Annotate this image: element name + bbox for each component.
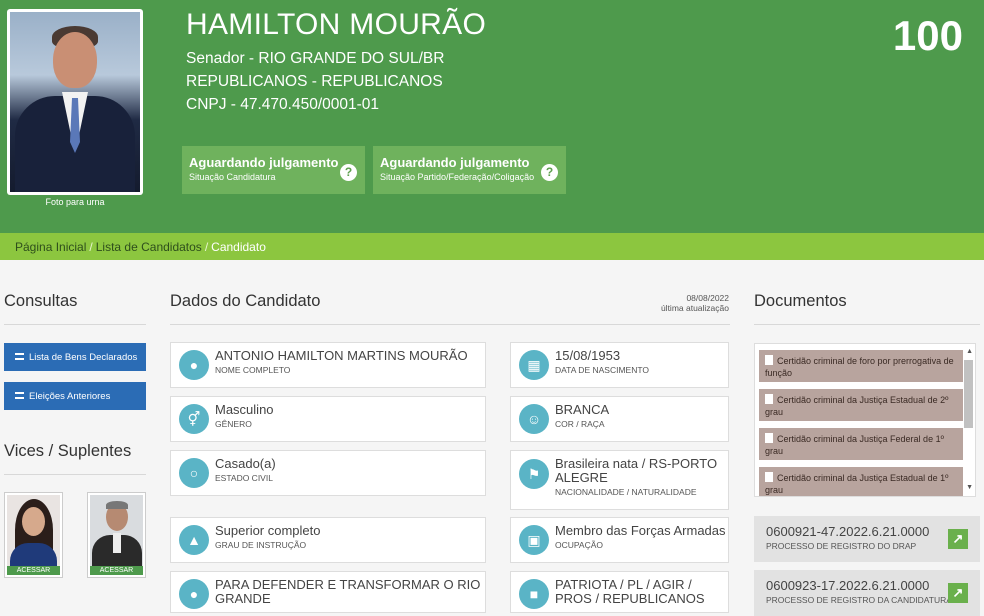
document-icon	[765, 394, 773, 404]
candidate-cnpj: CNPJ - 47.470.450/0001-01	[186, 96, 380, 113]
photo-caption: Foto para urna	[45, 197, 105, 207]
field-coligacao-partidos: ■ PATRIOTA / PL / AGIR / PROS / REPUBLIC…	[510, 571, 729, 613]
person-icon: ☺	[519, 404, 549, 434]
status-title: Aguardando julgamento	[189, 155, 339, 170]
scroll-down-icon[interactable]: ▼	[966, 484, 973, 491]
field-data-nascimento: ▦ 15/08/1953 DATA DE NASCIMENTO	[510, 342, 729, 388]
field-coligacao-nome: ● PARA DEFENDER E TRANSFORMAR O RIO GRAN…	[170, 571, 486, 613]
bank-icon: ▣	[519, 525, 549, 555]
help-icon[interactable]: ?	[541, 164, 558, 181]
candidate-header: Foto para urna HAMILTON MOURÃO Senador -…	[0, 0, 984, 233]
list-icon	[15, 353, 24, 360]
candidate-number: 100	[892, 12, 963, 59]
bens-declarados-button[interactable]: Lista de Bens Declarados	[4, 343, 146, 371]
list-icon	[15, 392, 24, 399]
divider	[4, 474, 146, 475]
document-icon	[765, 433, 773, 443]
gender-icon: ⚥	[179, 404, 209, 434]
process-candidatura: 0600923-17.2022.6.21.0000 PROCESSO DE RE…	[754, 570, 980, 616]
folder-icon: ■	[519, 579, 549, 609]
status-candidatura: Aguardando julgamento Situação Candidatu…	[182, 146, 365, 194]
field-cor-raca: ☺ BRANCA COR / RAÇA	[510, 396, 729, 442]
scroll-up-icon[interactable]: ▲	[966, 348, 973, 355]
candidate-office: Senador - RIO GRANDE DO SUL/BR	[186, 50, 445, 67]
document-item[interactable]: Certidão criminal da Justiça Federal de …	[759, 428, 963, 460]
external-link-icon[interactable]: ↗	[948, 529, 968, 549]
candidate-name: HAMILTON MOURÃO	[186, 8, 487, 41]
vice-photo	[90, 495, 143, 566]
breadcrumb-current: Candidato	[211, 240, 266, 254]
document-icon	[765, 355, 773, 365]
documents-list: Certidão criminal de foro por prerrogati…	[754, 343, 976, 497]
field-nome-completo: ● ANTONIO HAMILTON MARTINS MOURÃO NOME CO…	[170, 342, 486, 388]
vice-card[interactable]: ACESSAR	[87, 492, 146, 578]
divider	[4, 324, 146, 325]
breadcrumb-home[interactable]: Página Inicial	[15, 240, 86, 254]
field-ocupacao: ▣ Membro das Forças Armadas OCUPAÇÃO	[510, 517, 729, 563]
vice-card[interactable]: ACESSAR	[4, 492, 63, 578]
vices-title: Vices / Suplentes	[4, 442, 132, 460]
status-partido: Aguardando julgamento Situação Partido/F…	[373, 146, 566, 194]
field-genero: ⚥ Masculino GÊNERO	[170, 396, 486, 442]
consultas-title: Consultas	[4, 292, 78, 310]
calendar-icon: ▦	[519, 350, 549, 380]
breadcrumb-separator: /	[204, 240, 209, 254]
divider	[754, 324, 980, 325]
help-icon[interactable]: ?	[340, 164, 357, 181]
status-subtitle: Situação Candidatura	[189, 172, 276, 182]
field-estado-civil: ○ Casado(a) ESTADO CIVIL	[170, 450, 486, 496]
documentos-title: Documentos	[754, 292, 847, 310]
divider	[170, 324, 730, 325]
vice-photo	[7, 495, 60, 566]
last-update: 08/08/2022 última atualização	[660, 293, 729, 313]
breadcrumb: Página Inicial / Lista de Candidatos / Candi…	[0, 233, 984, 260]
field-grau-instrucao: ▲ Superior completo GRAU DE INSTRUÇÃO	[170, 517, 486, 563]
document-icon	[765, 472, 773, 482]
user-icon: ●	[179, 350, 209, 380]
breadcrumb-list[interactable]: Lista de Candidatos	[96, 240, 202, 254]
candidate-photo	[7, 9, 143, 195]
graduation-cap-icon: ▲	[179, 525, 209, 555]
process-drap: 0600921-47.2022.6.21.0000 PROCESSO DE RE…	[754, 516, 980, 562]
status-subtitle: Situação Partido/Federação/Coligação	[380, 172, 535, 182]
dados-title: Dados do Candidato	[170, 292, 321, 310]
acessar-button[interactable]: ACESSAR	[90, 566, 143, 575]
ring-icon: ○	[179, 458, 209, 488]
document-item[interactable]: Certidão criminal de foro por prerrogati…	[759, 350, 963, 382]
document-item[interactable]: Certidão criminal da Justiça Estadual de…	[759, 389, 963, 421]
field-nacionalidade: ⚑ Brasileira nata / RS-PORTO ALEGRE NACIO…	[510, 450, 729, 510]
scrollbar-thumb[interactable]	[964, 360, 973, 428]
document-item[interactable]: Certidão criminal da Justiça Estadual de…	[759, 467, 963, 496]
eleicoes-anteriores-button[interactable]: Eleições Anteriores	[4, 382, 146, 410]
breadcrumb-separator: /	[89, 240, 93, 254]
candidate-party: REPUBLICANOS - REPUBLICANOS	[186, 73, 443, 90]
status-title: Aguardando julgamento	[380, 155, 530, 170]
acessar-button[interactable]: ACESSAR	[7, 566, 60, 575]
external-link-icon[interactable]: ↗	[948, 583, 968, 603]
group-icon: ●	[179, 579, 209, 609]
map-icon: ⚑	[519, 459, 549, 489]
